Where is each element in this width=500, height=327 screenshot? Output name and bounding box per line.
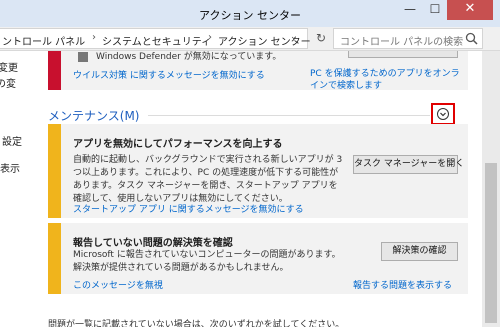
address-bar[interactable]: ントロール パネル › システムとセキュリティ › アクション センター ⌄ — [0, 28, 311, 49]
partial-action-button[interactable] — [348, 51, 458, 58]
search-icon[interactable] — [465, 32, 478, 45]
chevron-down-icon[interactable] — [437, 108, 449, 120]
search-placeholder: コントロール パネルの検索 — [340, 37, 464, 48]
vertical-scrollbar[interactable] — [482, 51, 500, 327]
sidebar-item[interactable]: 変更 — [0, 59, 18, 74]
disable-startup-messages-link[interactable]: スタートアップ アプリ に関するメッセージを無効にする — [73, 202, 304, 215]
breadcrumb-separator-icon[interactable]: › — [208, 32, 212, 43]
warning-accent-bar — [48, 124, 61, 218]
sidebar-item[interactable]: の変 — [0, 75, 16, 90]
title-bar: アクション センター — ☐ ✕ — [0, 0, 500, 27]
disable-virus-messages-link[interactable]: ウイルス対策 に関するメッセージを無効にする — [73, 68, 265, 81]
startup-panel-body: 自動的に起動し、バックグラウンドで実行される新しいアプリが 3 つ以上あります。… — [73, 155, 343, 204]
breadcrumb-system-security[interactable]: システムとセキュリティ — [102, 33, 211, 48]
address-row: ントロール パネル › システムとセキュリティ › アクション センター ⌄ ↻… — [0, 27, 500, 51]
open-task-manager-button[interactable]: タスク マネージャーを開く — [353, 155, 464, 174]
close-button[interactable]: ✕ — [447, 0, 493, 20]
maximize-button[interactable]: ☐ — [423, 0, 447, 20]
view-problems-to-report-link[interactable]: 報告する問題を表示する — [353, 278, 452, 291]
minimize-button[interactable]: — — [397, 0, 423, 20]
sidebar: 変更 の変 設定 表示 — [0, 51, 38, 327]
maintenance-section-title[interactable]: メンテナンス(M) — [48, 107, 139, 124]
startup-panel-title: アプリを無効にしてパフォーマンスを向上する — [73, 139, 283, 150]
check-solutions-button[interactable]: 解決策の確認 — [381, 242, 458, 261]
find-protection-app-link[interactable]: PC を保護するためのアプリをオンラインで検索します — [310, 68, 460, 92]
defender-status-text: Windows Defender が無効になっています。 — [96, 52, 282, 62]
main-content: Windows Defender が無効になっています。 ウイルス対策 に関する… — [38, 51, 482, 327]
expand-maintenance-button[interactable] — [431, 103, 455, 125]
sidebar-item[interactable]: 設定 — [2, 133, 22, 148]
alert-accent-bar — [48, 51, 61, 90]
report-panel-title: 報告していない問題の解決策を確認 — [73, 238, 233, 249]
scrollbar-thumb[interactable] — [485, 163, 497, 323]
warning-accent-bar — [48, 223, 61, 294]
footer-hint-text: 問題が一覧に記載されていない場合は、次のいずれかを試してください。 — [48, 320, 345, 327]
section-divider — [148, 115, 430, 116]
security-panel: Windows Defender が無効になっています。 ウイルス対策 に関する… — [48, 51, 468, 92]
startup-apps-panel: アプリを無効にしてパフォーマンスを向上する 自動的に起動し、バックグラウンドで実… — [48, 124, 468, 218]
ignore-message-link[interactable]: このメッセージを無視 — [73, 278, 163, 291]
report-problems-panel: 報告していない問題の解決策を確認 Microsoft に報告されていないコンピュ… — [48, 223, 468, 294]
report-panel-body: Microsoft に報告されていないコンピューターの問題があります。解決策が提… — [73, 250, 341, 273]
address-dropdown-icon[interactable]: ⌄ — [290, 32, 298, 42]
sidebar-item[interactable]: 表示 — [0, 160, 20, 175]
breadcrumb-separator-icon[interactable]: › — [92, 32, 96, 43]
breadcrumb-control-panel[interactable]: ントロール パネル — [2, 33, 85, 48]
refresh-icon[interactable]: ↻ — [313, 30, 329, 46]
windows-defender-icon — [78, 52, 88, 62]
search-input[interactable]: コントロール パネルの検索 — [333, 28, 483, 49]
